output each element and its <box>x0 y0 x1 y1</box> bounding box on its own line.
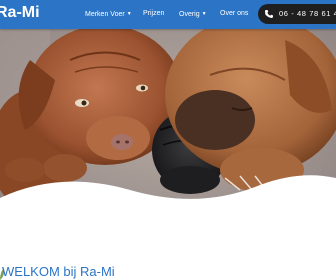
nav-over-ons[interactable]: Over ons <box>220 9 248 19</box>
top-navbar: Ra-Mi Merken Voer ▼ Prijzen Overig ▼ Over … <box>0 0 336 29</box>
brand-logo-text[interactable]: Ra-Mi <box>0 3 40 23</box>
hero-banner <box>0 0 336 235</box>
phone-icon <box>265 10 273 18</box>
nav-merken-voer[interactable]: Merken Voer ▼ <box>85 9 132 20</box>
nav-label: Overig <box>179 11 200 18</box>
nav-label: Prijzen <box>143 10 165 17</box>
chevron-down-icon: ▼ <box>126 11 132 17</box>
phone-button[interactable]: 06 - 48 78 61 41 <box>258 4 336 24</box>
nav-prijzen[interactable]: Prijzen <box>143 9 164 19</box>
page: Ra-Mi Merken Voer ▼ Prijzen Overig ▼ Over … <box>0 0 336 280</box>
nav-label: Over ons <box>220 10 249 17</box>
welcome-heading: WELKOM bij Ra-Mi <box>2 264 115 279</box>
hero-photo <box>0 0 336 235</box>
chevron-down-icon: ▼ <box>201 11 207 17</box>
nav-overig[interactable]: Overig ▼ <box>179 9 207 20</box>
nav-label: Merken Voer <box>85 11 125 18</box>
phone-number: 06 - 48 78 61 41 <box>279 9 336 18</box>
